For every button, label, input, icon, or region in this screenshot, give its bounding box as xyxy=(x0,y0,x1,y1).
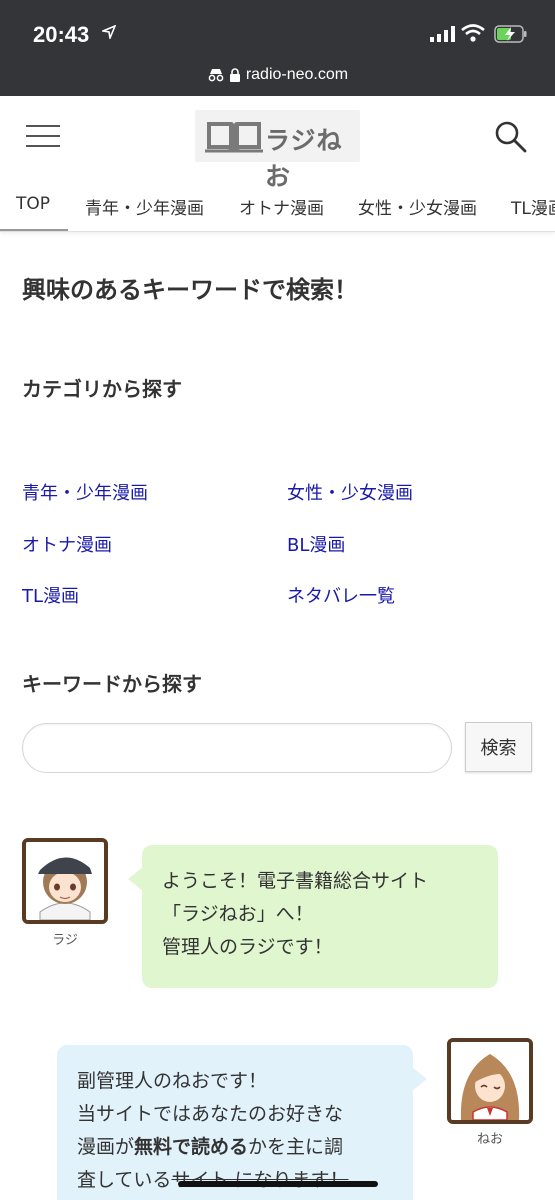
avatar-name-raji: ラジ xyxy=(52,933,78,948)
page-title: 興味のあるキーワードで検索！ xyxy=(22,276,358,304)
chat-text: かを主に調 xyxy=(248,1136,344,1158)
location-arrow-icon xyxy=(102,25,116,39)
incognito-icon xyxy=(208,69,224,82)
tab-top[interactable]: TOP xyxy=(16,194,50,214)
avatar-neo xyxy=(447,1038,533,1124)
keyword-heading: キーワードから探す xyxy=(22,672,202,696)
chat-emphasis: 無料で読める xyxy=(134,1136,249,1158)
avatar-name-neo: ねお xyxy=(476,1132,503,1147)
url-text: radio-neo.com xyxy=(245,66,349,83)
status-time: 20:43 xyxy=(33,22,90,47)
logo-text: ラジねお xyxy=(265,126,343,191)
chat-line: 当サイトではあなたのお好きな xyxy=(77,1103,344,1125)
battery-charging-icon xyxy=(494,25,527,43)
chat-strikethrough-text: サイト になります！ xyxy=(171,1169,349,1191)
category-link-netabare[interactable]: ネタバレ一覧 xyxy=(287,582,395,608)
chat-line: 「ラジねお」へ！ xyxy=(162,903,314,925)
wifi-icon xyxy=(461,24,485,42)
home-indicator xyxy=(178,1181,378,1187)
category-link-otona[interactable]: オトナ漫画 xyxy=(22,531,112,557)
category-link-bl[interactable]: BL漫画 xyxy=(287,531,345,557)
category-link-seinen-shonen[interactable]: 青年・少年漫画 xyxy=(22,479,148,505)
chat-line: 管理人のラジです！ xyxy=(162,936,333,958)
status-bar: 20:43 radio-neo.com xyxy=(0,0,555,96)
chat-text: 査している xyxy=(77,1169,172,1191)
signal-icon xyxy=(430,26,455,42)
tab-otona[interactable]: オトナ漫画 xyxy=(239,194,324,219)
active-tab-indicator xyxy=(0,229,68,231)
category-link-tl[interactable]: TL漫画 xyxy=(22,582,79,608)
chat-line: 副管理人のねおです！ xyxy=(77,1070,268,1092)
chat-line: 漫画が無料で読めるかを主に調 xyxy=(77,1131,393,1164)
url-bar[interactable]: radio-neo.com xyxy=(0,66,555,84)
tab-tl[interactable]: TL漫画 xyxy=(511,194,555,219)
category-heading: カテゴリから探す xyxy=(22,377,182,401)
tab-josei-shojo[interactable]: 女性・少女漫画 xyxy=(358,194,477,219)
lock-icon xyxy=(230,68,241,82)
raji-character-icon xyxy=(26,842,104,920)
site-logo[interactable]: ラジねお xyxy=(195,110,360,191)
chat-text: 漫画が xyxy=(77,1136,135,1158)
search-button[interactable]: 検索 xyxy=(465,722,532,772)
neo-character-icon xyxy=(451,1042,529,1120)
chat-bubble-raji: ようこそ！電子書籍総合サイト 「ラジねお」へ！ 管理人のラジです！ xyxy=(128,845,498,988)
site-header: ラジねお xyxy=(0,96,555,191)
search-icon[interactable] xyxy=(494,120,528,154)
category-tabs: TOP 青年・少年漫画 オトナ漫画 女性・少女漫画 TL漫画 xyxy=(0,184,555,232)
tab-seinen-shonen[interactable]: 青年・少年漫画 xyxy=(85,194,204,219)
category-link-josei-shojo[interactable]: 女性・少女漫画 xyxy=(287,479,413,505)
chat-bubble-neo: 副管理人のねおです！ 当サイトではあなたのお好きな 漫画が無料で読めるかを主に調… xyxy=(57,1045,427,1200)
menu-icon[interactable] xyxy=(26,125,60,149)
avatar-raji xyxy=(22,838,108,924)
keyword-search-input[interactable] xyxy=(22,723,452,773)
book-icon xyxy=(205,122,263,153)
chat-line: ようこそ！電子書籍総合サイト xyxy=(162,870,429,892)
